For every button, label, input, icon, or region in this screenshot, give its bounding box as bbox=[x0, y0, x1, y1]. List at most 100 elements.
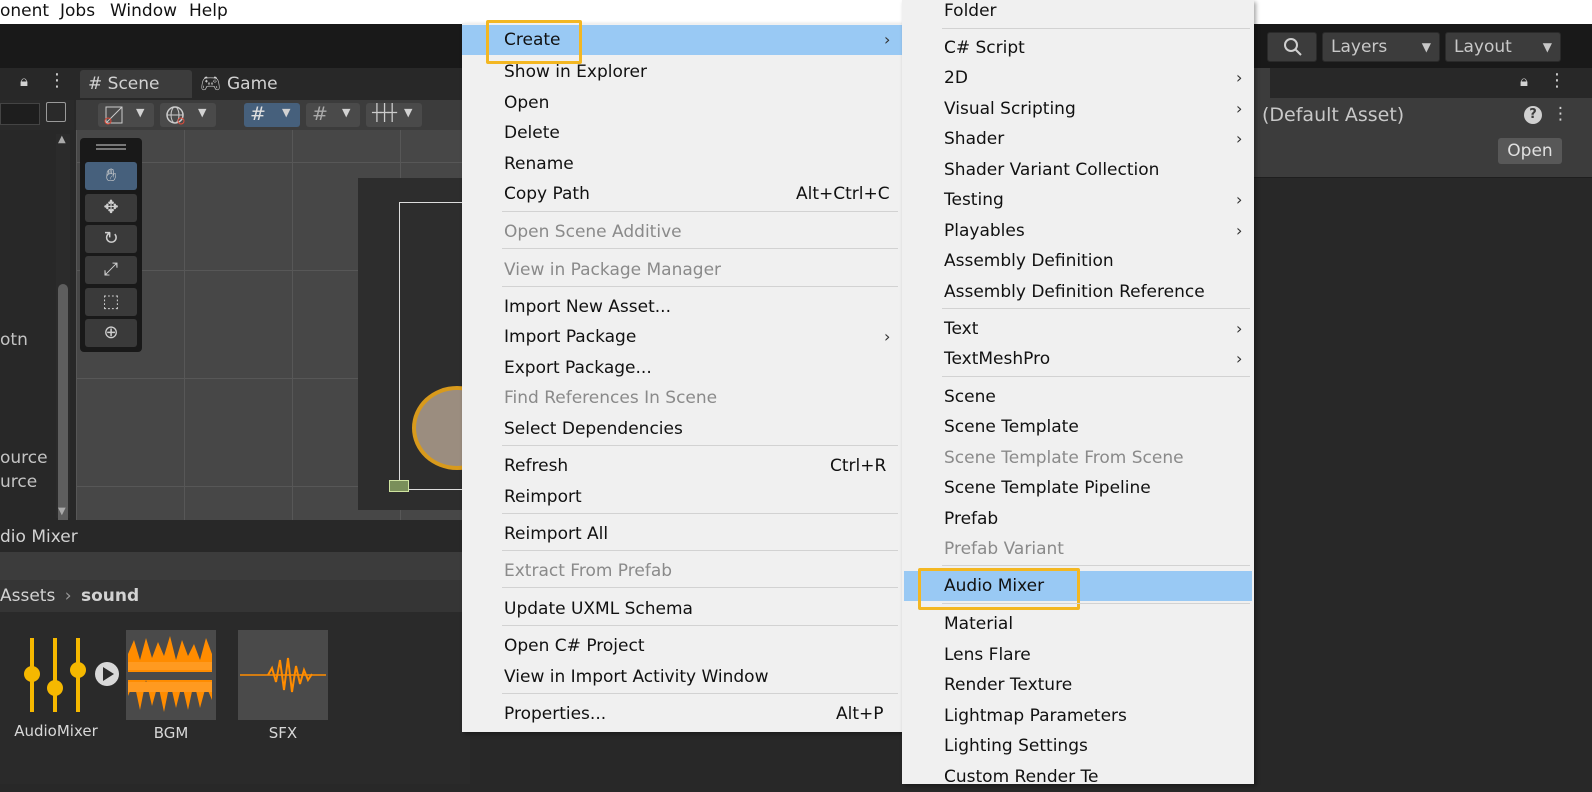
submenu-item-prefab-variant: Prefab Variant bbox=[902, 534, 1254, 564]
submenu-item-custom-render-texture[interactable]: Custom Render Te bbox=[902, 762, 1254, 792]
grid-snapping-toggle[interactable]: # ▼ bbox=[244, 103, 300, 127]
open-button[interactable]: Open bbox=[1498, 138, 1562, 164]
menu-item-import-package[interactable]: Import Package › bbox=[462, 322, 902, 352]
menu-item-reimport[interactable]: Reimport bbox=[462, 482, 902, 512]
scene-visibility-dropdown[interactable]: ▼ bbox=[160, 103, 216, 127]
rotate-tool-icon[interactable]: ↻ bbox=[85, 225, 137, 253]
menu-window[interactable]: Window bbox=[110, 0, 177, 22]
menu-item-update-uxml-schema[interactable]: Update UXML Schema bbox=[462, 594, 902, 624]
breadcrumb-sound[interactable]: sound bbox=[81, 586, 139, 606]
hierarchy-scrollbar[interactable]: ▲ ▼ bbox=[56, 134, 70, 562]
menu-item-import-new-asset[interactable]: Import New Asset... bbox=[462, 292, 902, 322]
menu-component[interactable]: onent bbox=[0, 0, 49, 22]
menu-item-label: Rename bbox=[504, 154, 574, 174]
hierarchy-item[interactable]: ource bbox=[0, 448, 48, 468]
search-button[interactable] bbox=[1267, 32, 1317, 62]
inspector-panel: 🔒︎ ⋮ (Default Asset) ? ⋮ Open bbox=[1252, 68, 1592, 784]
submenu-item-shader-variant-collection[interactable]: Shader Variant Collection bbox=[902, 155, 1254, 185]
more-icon[interactable]: ⋮ bbox=[1552, 104, 1569, 124]
hierarchy-item[interactable]: urce bbox=[0, 472, 37, 492]
submenu-item-textmeshpro[interactable]: TextMeshPro › bbox=[902, 344, 1254, 374]
submenu-item-shader[interactable]: Shader › bbox=[902, 124, 1254, 154]
submenu-item-folder[interactable]: Folder bbox=[902, 0, 1254, 26]
increment-snap-dropdown[interactable]: # ▼ bbox=[306, 103, 360, 127]
scale-tool-icon[interactable]: ⤢ bbox=[85, 256, 137, 284]
draw-mode-dropdown[interactable]: ▼ bbox=[98, 103, 154, 127]
scene-tools-overlay: ✋︎ ✥ ↻ ⤢ ⬚ ⊕ bbox=[80, 138, 142, 352]
rect-tool-icon[interactable]: ⬚ bbox=[85, 288, 137, 316]
submenu-item-scene-template-pipeline[interactable]: Scene Template Pipeline bbox=[902, 473, 1254, 503]
menu-item-reimport-all[interactable]: Reimport All bbox=[462, 519, 902, 549]
menu-separator bbox=[942, 603, 1250, 604]
menu-item-extract-from-prefab: Extract From Prefab bbox=[462, 556, 902, 586]
menu-item-label: Refresh bbox=[504, 456, 569, 476]
submenu-item-2d[interactable]: 2D › bbox=[902, 63, 1254, 93]
menu-item-label: Import Package bbox=[504, 327, 637, 347]
grid-icon: # bbox=[88, 74, 103, 94]
layers-dropdown[interactable]: Layers ▼ bbox=[1322, 32, 1440, 62]
scroll-up-icon[interactable]: ▲ bbox=[58, 134, 66, 145]
breadcrumb-assets[interactable]: Assets bbox=[0, 586, 55, 606]
ruler-dropdown[interactable]: ┼┼┼ ▼ bbox=[366, 103, 422, 127]
submenu-item-assembly-definition-reference[interactable]: Assembly Definition Reference bbox=[902, 277, 1254, 307]
hierarchy-search-input[interactable] bbox=[0, 103, 40, 125]
submenu-item-scene-template[interactable]: Scene Template bbox=[902, 412, 1254, 442]
audio-mixer-tab[interactable]: dio Mixer bbox=[0, 520, 470, 552]
menu-item-properties[interactable]: Properties... Alt+P bbox=[462, 699, 902, 729]
submenu-item-prefab[interactable]: Prefab bbox=[902, 504, 1254, 534]
submenu-item-csharp-script[interactable]: C# Script bbox=[902, 33, 1254, 63]
submenu-item-visual-scripting[interactable]: Visual Scripting › bbox=[902, 94, 1254, 124]
menu-item-export-package[interactable]: Export Package... bbox=[462, 353, 902, 383]
menu-separator bbox=[502, 445, 898, 446]
menu-item-select-dependencies[interactable]: Select Dependencies bbox=[462, 414, 902, 444]
menu-help[interactable]: Help bbox=[189, 0, 228, 22]
menu-jobs[interactable]: Jobs bbox=[60, 0, 95, 22]
submenu-item-render-texture[interactable]: Render Texture bbox=[902, 670, 1254, 700]
transform-tool-icon[interactable]: ⊕ bbox=[85, 319, 137, 347]
lock-icon[interactable]: 🔒︎ bbox=[20, 72, 28, 90]
more-icon[interactable]: ⋮ bbox=[48, 70, 66, 91]
move-tool-icon[interactable]: ✥ bbox=[85, 194, 137, 222]
menu-item-label: Lens Flare bbox=[944, 645, 1031, 665]
menu-item-copy-path[interactable]: Copy Path Alt+Ctrl+C bbox=[462, 179, 902, 209]
tab-game[interactable]: 🎮︎ Game bbox=[200, 70, 300, 98]
menu-item-open[interactable]: Open bbox=[462, 88, 902, 118]
submenu-item-playables[interactable]: Playables › bbox=[902, 216, 1254, 246]
submenu-item-testing[interactable]: Testing › bbox=[902, 185, 1254, 215]
drag-handle-icon[interactable] bbox=[96, 144, 126, 150]
menu-item-label: Custom Render Te bbox=[944, 767, 1099, 787]
tab-scene[interactable]: # Scene bbox=[80, 70, 192, 98]
layout-dropdown[interactable]: Layout ▼ bbox=[1445, 32, 1561, 62]
submenu-item-material[interactable]: Material bbox=[902, 609, 1254, 639]
asset-audiomixer[interactable]: AudioMixer bbox=[14, 632, 124, 742]
menu-item-rename[interactable]: Rename bbox=[462, 149, 902, 179]
help-icon[interactable]: ? bbox=[1524, 106, 1542, 124]
inspector-tab[interactable] bbox=[1252, 68, 1270, 98]
menu-item-label: TextMeshPro bbox=[944, 349, 1051, 369]
selected-object-handle[interactable] bbox=[389, 480, 409, 492]
asset-sfx[interactable]: SFX bbox=[236, 630, 330, 744]
ruler-icon: ┼┼┼ bbox=[372, 103, 397, 122]
submenu-item-lens-flare[interactable]: Lens Flare bbox=[902, 640, 1254, 670]
more-icon[interactable]: ⋮ bbox=[1548, 70, 1566, 91]
submenu-item-lighting-settings[interactable]: Lighting Settings bbox=[902, 731, 1254, 761]
menu-item-delete[interactable]: Delete bbox=[462, 118, 902, 148]
hierarchy-toolbar bbox=[0, 100, 74, 130]
lock-icon[interactable]: 🔒︎ bbox=[1520, 72, 1528, 90]
asset-bgm[interactable]: BGM bbox=[124, 630, 218, 744]
menu-item-show-in-explorer[interactable]: Show in Explorer bbox=[462, 57, 902, 87]
menu-separator bbox=[942, 28, 1250, 29]
increment-snap-icon: # bbox=[312, 103, 328, 125]
menu-item-open-csharp-project[interactable]: Open C# Project bbox=[462, 631, 902, 661]
menu-item-refresh[interactable]: Refresh Ctrl+R bbox=[462, 451, 902, 481]
submenu-item-text[interactable]: Text › bbox=[902, 314, 1254, 344]
maximize-icon[interactable] bbox=[46, 102, 66, 122]
hand-tool-icon[interactable]: ✋︎ bbox=[85, 162, 137, 190]
hierarchy-item[interactable]: otn bbox=[0, 330, 28, 350]
menu-item-label: Copy Path bbox=[504, 184, 590, 204]
submenu-item-lightmap-parameters[interactable]: Lightmap Parameters bbox=[902, 701, 1254, 731]
menu-item-view-import-activity[interactable]: View in Import Activity Window bbox=[462, 662, 902, 692]
submenu-item-scene[interactable]: Scene bbox=[902, 382, 1254, 412]
scroll-down-icon[interactable]: ▼ bbox=[58, 506, 66, 517]
submenu-item-assembly-definition[interactable]: Assembly Definition bbox=[902, 246, 1254, 276]
